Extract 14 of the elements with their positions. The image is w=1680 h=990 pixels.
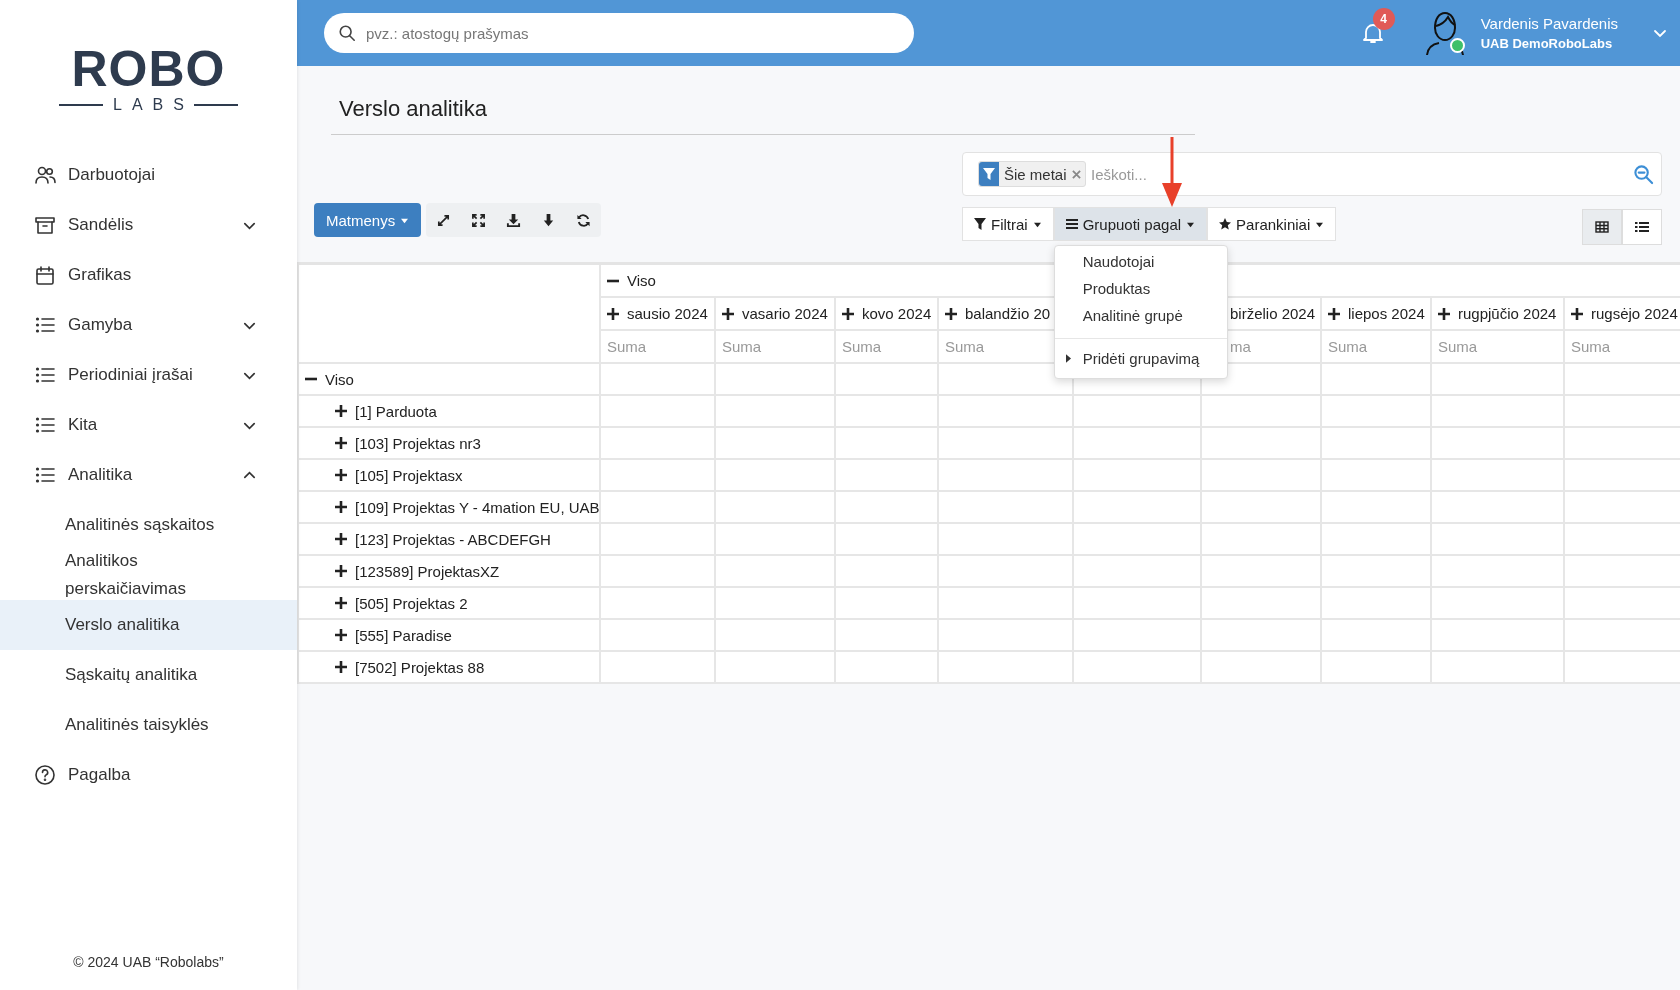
copyright-text: © 2024 UAB “Robolabs”	[72, 954, 225, 972]
page-title: Verslo analitika	[331, 66, 1195, 135]
measure-header: Suma	[1565, 331, 1680, 364]
measure-header: Suma	[836, 331, 939, 364]
company-name: UAB DemoRoboLabs	[1480, 36, 1614, 51]
measure-header: Suma	[1432, 331, 1565, 364]
measure-header: Suma	[716, 331, 836, 364]
notification-badge: 4	[1372, 8, 1395, 30]
measure-header: Suma	[601, 331, 716, 364]
logo-wordmark: ROBO	[71, 44, 226, 94]
filter-tag-label: Šie metai	[1004, 165, 1067, 183]
measure-header: Suma	[1322, 331, 1432, 364]
logo-subtitle: LABS	[113, 96, 194, 114]
user-name: Vardenis Pavardenis	[1480, 15, 1618, 32]
